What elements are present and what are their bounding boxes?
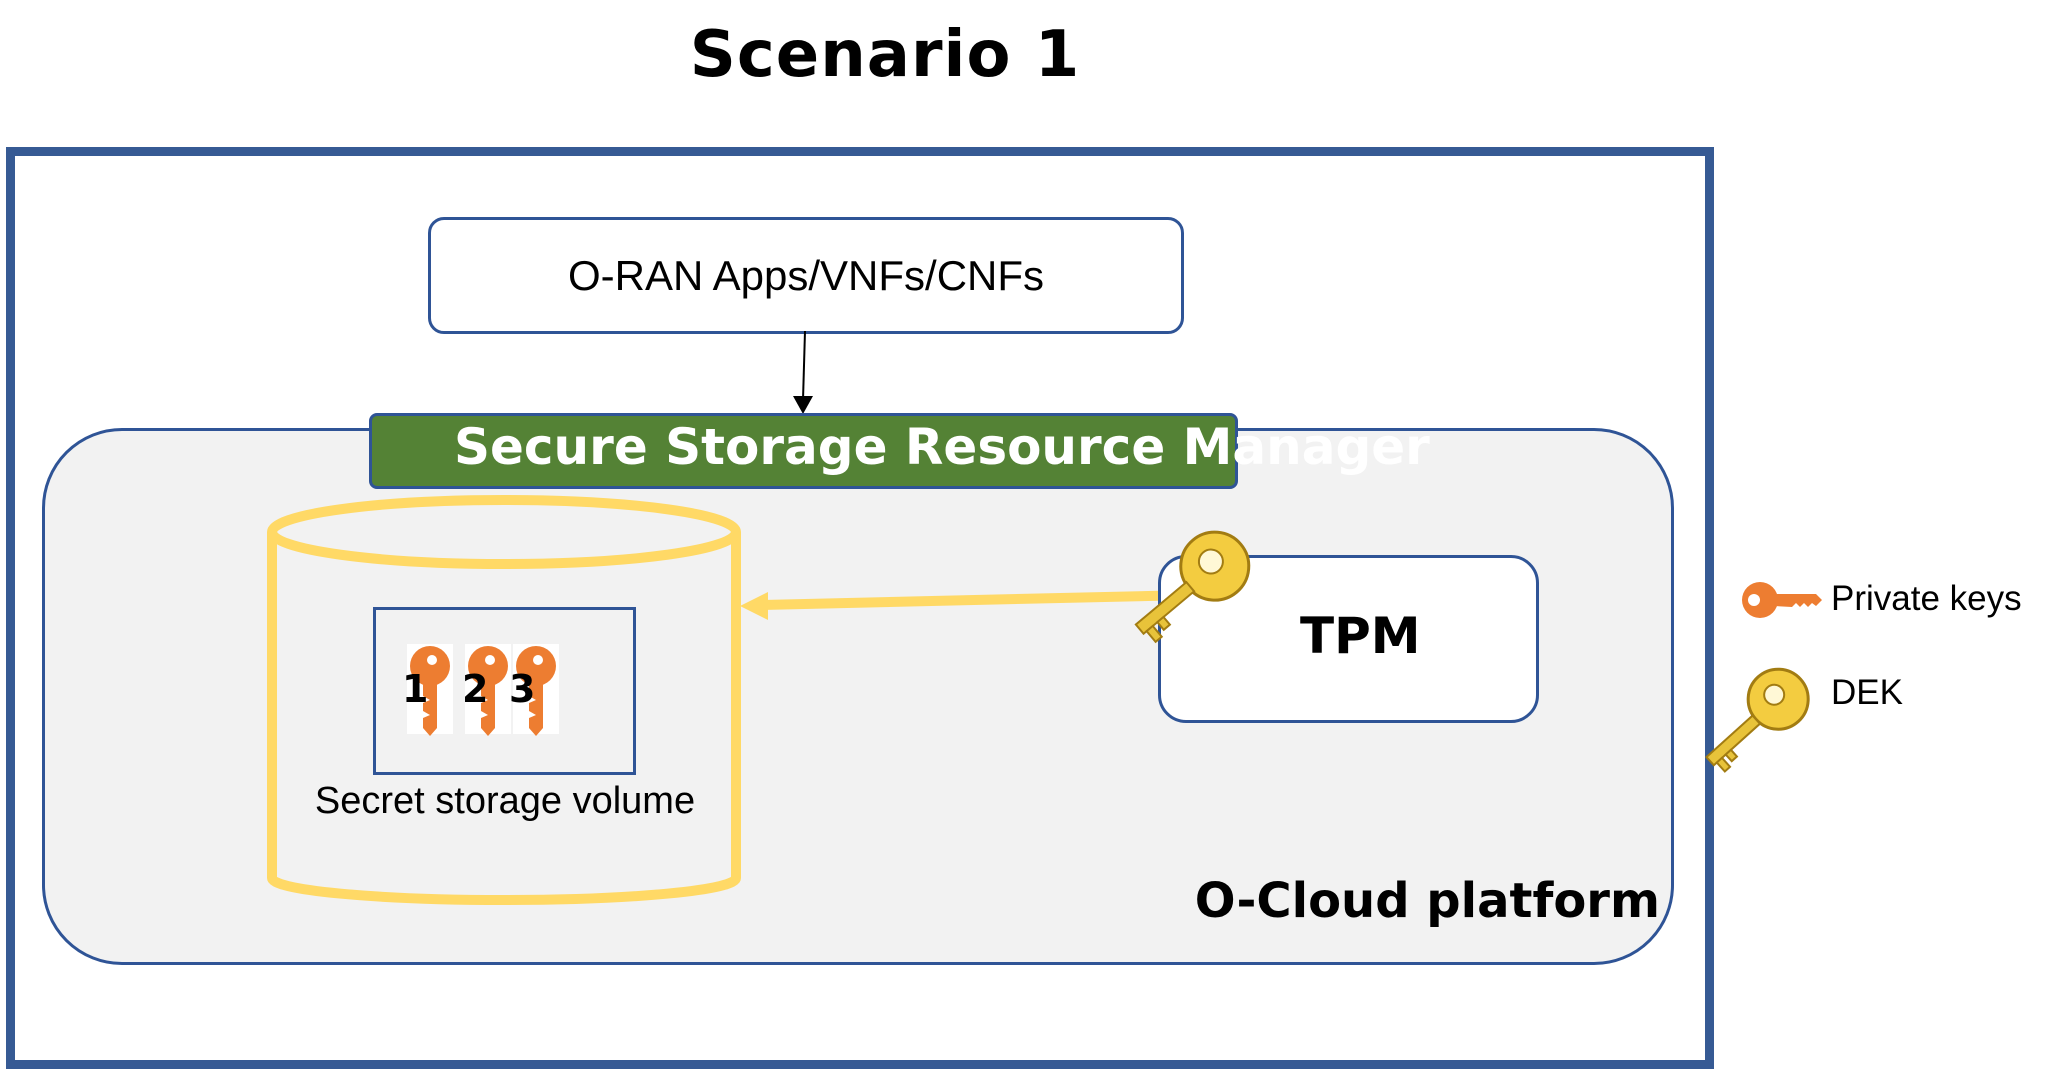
legend-dek-label: DEK: [1831, 673, 1903, 712]
volume-tpm-double-arrow: [740, 582, 1220, 620]
key-number: 1: [402, 667, 429, 711]
secret-storage-volume-label: Secret storage volume: [314, 780, 696, 822]
tpm-label: TPM: [1300, 607, 1421, 665]
secure-storage-resource-manager-box: Secure Storage Resource Manager: [369, 413, 1430, 489]
key-number: 3: [509, 667, 536, 711]
key-number: 2: [462, 667, 489, 711]
diagram-connectors: [267, 330, 1220, 905]
legend-private-keys-label: Private keys: [1831, 579, 2022, 618]
ssrm-label: Secure Storage Resource Manager: [454, 418, 1430, 476]
apps-to-ssrm-arrowhead: [793, 396, 813, 414]
apps-to-ssrm-arrow: [802, 330, 806, 401]
